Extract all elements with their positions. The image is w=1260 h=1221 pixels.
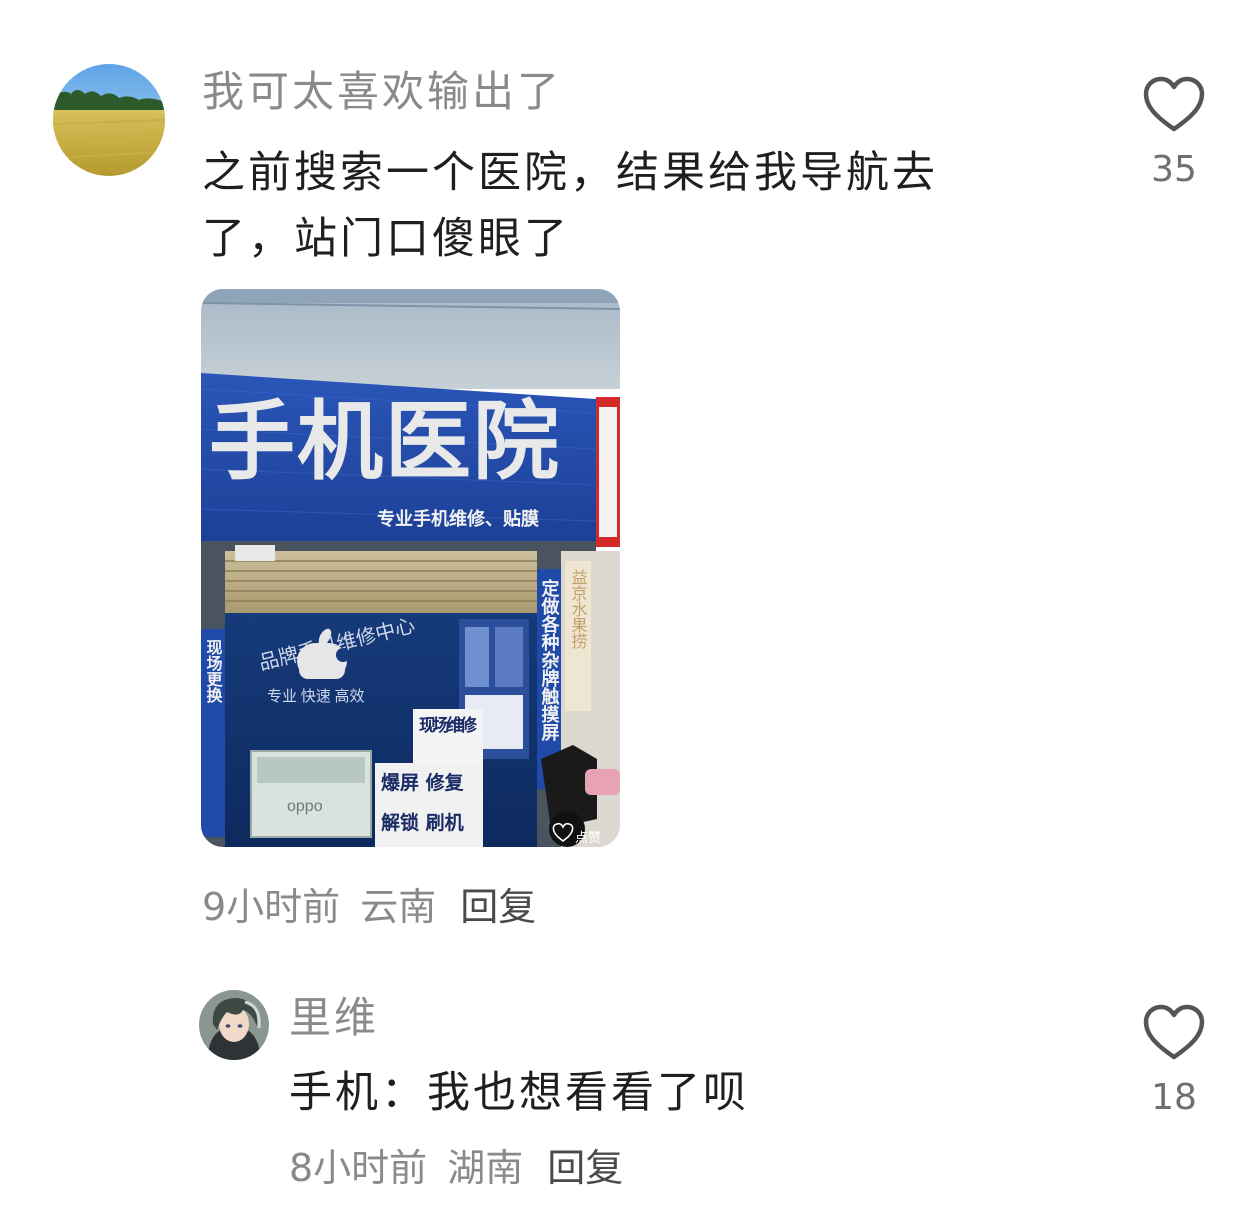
comment-image[interactable]: 手机医院 专业手机维修、贴膜 品牌手机维修中心 专业 快速 高效 现场维修 爆屏… [201, 289, 620, 847]
heart-outline-icon [1143, 1004, 1205, 1060]
board-text-3: 解锁 刷机 [381, 811, 464, 834]
comment-text: 之前搜索一个医院，结果给我导航去了，站门口傻眼了 [202, 148, 938, 264]
anime-character-avatar-icon [199, 990, 269, 1060]
comment-author[interactable]: 我可太喜欢输出了 [202, 64, 562, 120]
left-banner-text: 现场更换 [204, 639, 223, 704]
svg-text:点赞: 点赞 [575, 831, 601, 846]
like-button[interactable]: 35 [1134, 76, 1214, 192]
neighbor-sign-text: 益京水果捞 [569, 569, 588, 650]
comment-time: 8小时前 [289, 1146, 428, 1190]
comment-author[interactable]: 里维 [289, 990, 379, 1046]
comment-time: 9小时前 [202, 885, 341, 929]
sign-sub-text: 专业手机维修、贴膜 [377, 508, 539, 530]
comment-location: 湖南 [447, 1146, 524, 1190]
comment-item: 我可太喜欢输出了 之前搜索一个医院，结果给我导航去了，站门口傻眼了 手机医院 专… [0, 0, 1260, 960]
reply-button[interactable]: 回复 [547, 1143, 623, 1193]
like-button[interactable]: 18 [1134, 1004, 1214, 1120]
comment-location: 云南 [360, 885, 437, 929]
comment-meta: 8小时前 湖南 回复 [289, 1143, 623, 1193]
wheat-field-avatar-icon [53, 64, 165, 176]
counter-brand-text: oppo [287, 798, 323, 815]
wall-slogan-text: 专业 快速 高效 [267, 688, 365, 705]
comment-meta: 9小时前 云南 回复 [202, 882, 536, 932]
board-text-1: 现场维修 [419, 715, 478, 736]
reply-button[interactable]: 回复 [460, 882, 536, 932]
like-count: 35 [1151, 149, 1197, 190]
avatar[interactable] [53, 64, 165, 176]
side-banner-text: 定做各种杂牌触摸屏 [539, 578, 561, 742]
like-count: 18 [1151, 1077, 1197, 1118]
board-text-2: 爆屏 修复 [381, 771, 465, 794]
heart-outline-icon [1143, 76, 1205, 132]
comment-text: 手机：我也想看看了呗 [289, 1068, 749, 1118]
avatar[interactable] [199, 990, 269, 1060]
reply-item: 里维 手机：我也想看看了呗 8小时前 湖南 回复 18 [0, 960, 1260, 1221]
sign-main-text: 手机医院 [209, 394, 561, 490]
